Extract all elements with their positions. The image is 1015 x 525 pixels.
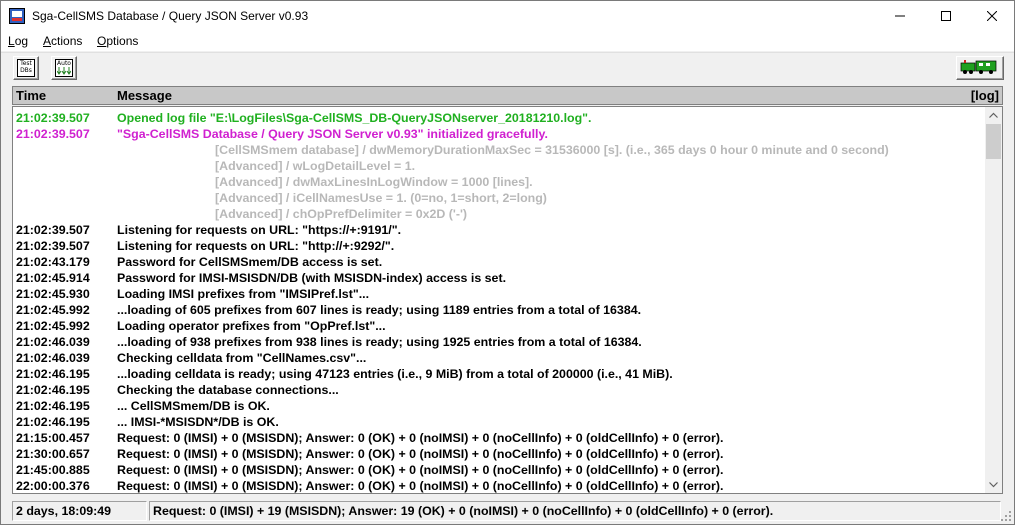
maximize-icon (941, 11, 951, 21)
column-message-header[interactable]: Message (117, 88, 172, 103)
log-message: ...loading of 605 prefixes from 607 line… (117, 303, 642, 317)
status-indicator-button[interactable] (956, 56, 1004, 80)
log-message: "Sga-CellSMS Database / Query JSON Serve… (117, 127, 548, 141)
log-message: Loading IMSI prefixes from "IMSIPref.lst… (117, 287, 370, 301)
minimize-icon (895, 15, 905, 17)
chevron-up-icon (989, 112, 998, 118)
auto-scroll-icon: Auto (55, 59, 73, 77)
toolbar: Test DBs Auto (1, 52, 1014, 85)
log-time: 21:02:46.195 (16, 399, 90, 413)
menu-actions-label: ctions (51, 34, 83, 48)
chevron-down-icon (989, 482, 998, 488)
log-time: 21:45:00.885 (16, 463, 90, 477)
menu-options-label: ptions (106, 34, 139, 48)
log-time: 21:02:46.039 (16, 351, 90, 365)
menu-log-label: og (14, 34, 29, 48)
log-message: ... CellSMSmem/DB is OK. (117, 399, 270, 413)
log-time: 21:02:43.179 (16, 255, 90, 269)
log-time: 21:15:00.457 (16, 431, 90, 445)
menu-actions-accel: A (43, 34, 52, 48)
log-message: ... IMSI-*MSISDN*/DB is OK. (117, 415, 279, 429)
down-arrows-icon (57, 67, 71, 75)
log-time: 21:02:45.992 (16, 303, 90, 317)
log-message: ...loading of 938 prefixes from 938 line… (117, 335, 642, 349)
test-dbs-button[interactable]: Test DBs (13, 56, 39, 80)
log-message: Request: 0 (IMSI) + 0 (MSISDN); Answer: … (117, 463, 724, 477)
menu-actions[interactable]: Actions (43, 34, 82, 48)
app-window: Sga-CellSMS Database / Query JSON Server… (0, 0, 1015, 525)
log-message: [Advanced] / chOpPrefDelimiter = 0x2D ('… (215, 207, 468, 221)
auto-scroll-button[interactable]: Auto (51, 56, 77, 80)
log-time: 21:02:45.992 (16, 319, 90, 333)
status-bar: 2 days, 18:09:49 Request: 0 (IMSI) + 19 … (1, 498, 1014, 524)
scroll-thumb[interactable] (986, 124, 1001, 159)
log-message: [CellSMSmem database] / dwMemoryDuration… (215, 143, 889, 157)
log-time: 21:02:46.039 (16, 335, 90, 349)
log-time: 21:30:00.657 (16, 447, 90, 461)
menu-log[interactable]: Log (8, 34, 28, 48)
log-time: 21:02:46.195 (16, 415, 90, 429)
app-icon[interactable] (9, 8, 25, 24)
scroll-down-button[interactable] (985, 476, 1002, 493)
log-time: 21:02:45.914 (16, 271, 90, 285)
log-message: Opened log file "E:\LogFiles\Sga-CellSMS… (117, 111, 592, 125)
log-time: 22:00:00.376 (16, 479, 90, 493)
log-message: Request: 0 (IMSI) + 0 (MSISDN); Answer: … (117, 479, 724, 493)
scroll-up-button[interactable] (985, 107, 1002, 124)
log-message: Password for CellSMSmem/DB access is set… (117, 255, 383, 269)
log-message: Request: 0 (IMSI) + 0 (MSISDN); Answer: … (117, 431, 724, 445)
vertical-scrollbar[interactable] (985, 107, 1002, 493)
log-time: 21:02:46.195 (16, 383, 90, 397)
minimize-button[interactable] (877, 1, 923, 31)
close-icon (987, 11, 997, 21)
log-message: Listening for requests on URL: "http://+… (117, 239, 395, 253)
log-list[interactable]: 21:02:39.507 Opened log file "E:\LogFiles… (12, 106, 1003, 494)
log-time: 21:02:39.507 (16, 223, 90, 237)
log-message: Listening for requests on URL: "https://… (117, 223, 402, 237)
log-message: Request: 0 (IMSI) + 0 (MSISDN); Answer: … (117, 447, 724, 461)
menu-options-accel: O (97, 34, 107, 48)
log-list-header: Time Message [log] (12, 86, 1003, 105)
log-time: 21:02:39.507 (16, 127, 90, 141)
log-message: [Advanced] / iCellNamesUse = 1. (0=no, 1… (215, 191, 547, 205)
log-time: 21:02:45.930 (16, 287, 90, 301)
title-bar[interactable]: Sga-CellSMS Database / Query JSON Server… (1, 1, 1014, 31)
log-message: [Advanced] / wLogDetailLevel = 1. (215, 159, 416, 173)
log-message: Checking the database connections... (117, 383, 339, 397)
window-title: Sga-CellSMS Database / Query JSON Server… (32, 9, 309, 23)
test-dbs-icon: Test DBs (17, 59, 35, 77)
close-button[interactable] (969, 1, 1015, 31)
log-message: Password for IMSI-MSISDN/DB (with MSISDN… (117, 271, 507, 285)
menu-bar: Log Actions Options (1, 31, 1014, 51)
train-icon (960, 60, 997, 74)
log-message: ...loading celldata is ready; using 4712… (117, 367, 673, 381)
log-message: Loading operator prefixes from "OpPref.l… (117, 319, 386, 333)
resize-grip-icon[interactable] (1000, 510, 1012, 522)
log-message: [Advanced] / dwMaxLinesInLogWindow = 100… (215, 175, 533, 189)
status-summary: Request: 0 (IMSI) + 19 (MSISDN); Answer:… (149, 501, 1001, 521)
column-time-header[interactable]: Time (16, 88, 46, 103)
auto-scroll-label: Auto (57, 60, 71, 67)
menu-options[interactable]: Options (97, 34, 138, 48)
column-log-header[interactable]: [log] (971, 88, 999, 103)
log-message: Checking celldata from "CellNames.csv"..… (117, 351, 367, 365)
status-uptime: 2 days, 18:09:49 (12, 501, 147, 521)
menu-log-accel: L (8, 34, 15, 48)
log-time: 21:02:46.195 (16, 367, 90, 381)
log-time: 21:02:39.507 (16, 111, 90, 125)
maximize-button[interactable] (923, 1, 969, 31)
log-time: 21:02:39.507 (16, 239, 90, 253)
